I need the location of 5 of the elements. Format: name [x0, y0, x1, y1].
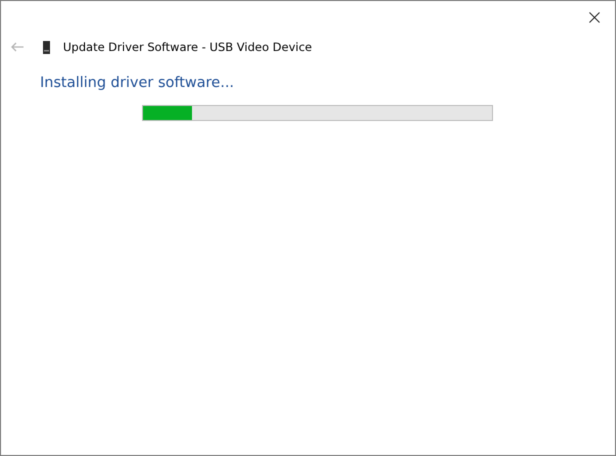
status-heading: Installing driver software...	[40, 75, 236, 91]
window-title: Update Driver Software - USB Video Device	[63, 40, 312, 54]
device-icon	[43, 40, 50, 54]
close-icon	[588, 12, 600, 22]
back-arrow-icon	[10, 42, 24, 52]
